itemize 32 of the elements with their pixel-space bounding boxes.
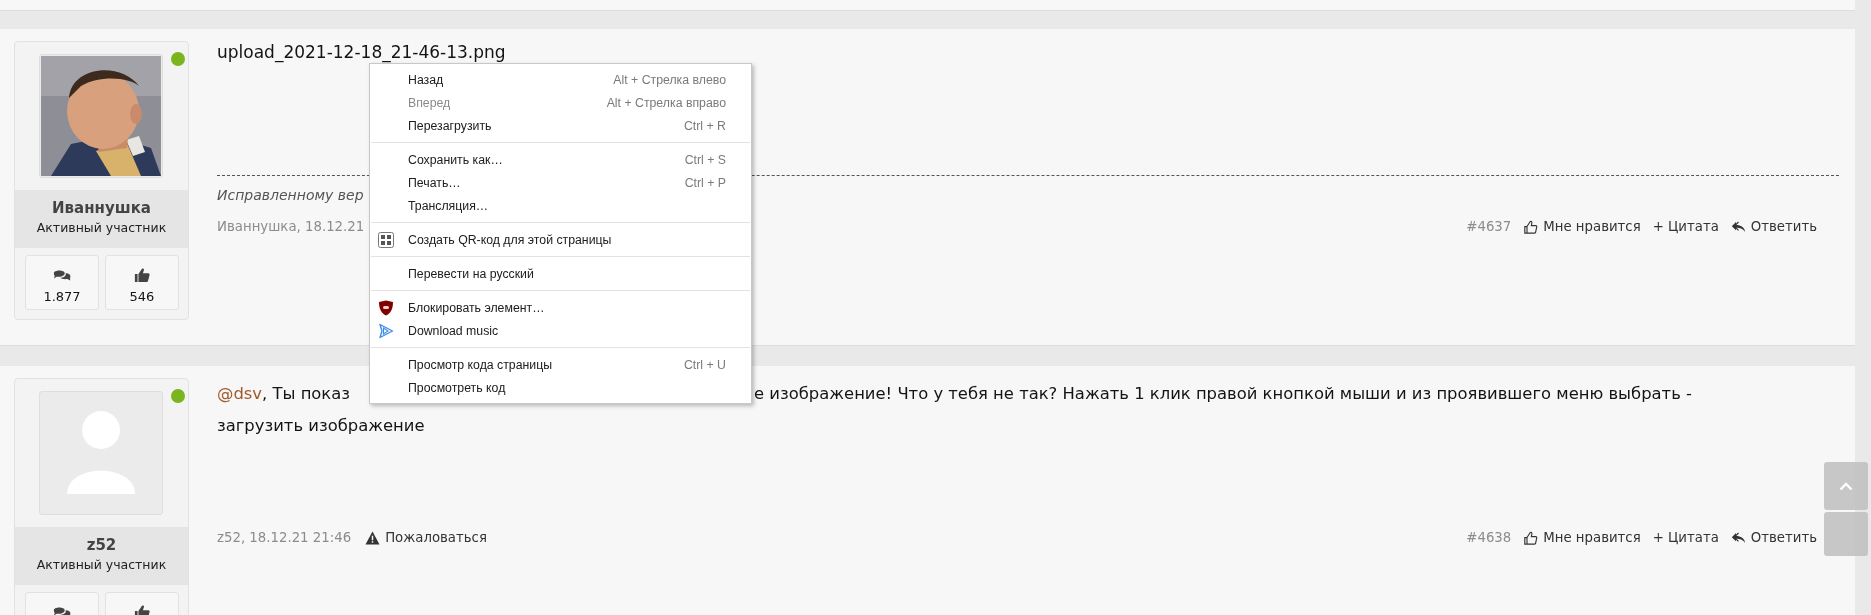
- stat-value: 546: [129, 289, 155, 305]
- username[interactable]: z52: [86, 535, 117, 555]
- post-action-link[interactable]: Мне нравится: [1523, 215, 1641, 239]
- post-action-link[interactable]: Ответить: [1730, 526, 1817, 550]
- menu-item[interactable]: Перевести на русский: [370, 262, 751, 285]
- post-action-link[interactable]: Ответить: [1730, 215, 1817, 239]
- menu-item[interactable]: Назад Alt + Стрелка влево: [370, 68, 751, 91]
- post-meta: z52, 18.12.21 21:46: [217, 529, 352, 547]
- user-role: Активный участник: [36, 556, 167, 574]
- menu-item[interactable]: Download music: [370, 319, 751, 342]
- menu-item[interactable]: Сохранить как… Ctrl + S: [370, 148, 751, 171]
- menu-item[interactable]: Просмотр кода страницы Ctrl + U: [370, 353, 751, 376]
- menu-item[interactable]: Создать QR-код для этой страницы: [370, 228, 751, 251]
- user-role: Активный участник: [36, 219, 167, 237]
- post-action-link[interactable]: + Цитата: [1652, 215, 1719, 239]
- stat-value: 1.877: [43, 289, 81, 305]
- menu-item[interactable]: Печать… Ctrl + P: [370, 171, 751, 194]
- post-text: загрузить изображение: [217, 415, 425, 437]
- post-text: е изображение! Что у тебя не так? Нажать 1 клик правой кнопкой мыши и из проявившего меню выбрать -: [754, 383, 1692, 405]
- menu-item[interactable]: Перезагрузить Ctrl + R: [370, 114, 751, 137]
- post-action-link[interactable]: + Цитата: [1652, 526, 1719, 550]
- report-link[interactable]: Пожаловаться: [365, 526, 487, 550]
- signature-text: Исправленному вер: [217, 186, 364, 205]
- menu-item[interactable]: Просмотреть код: [370, 376, 751, 399]
- menu-item[interactable]: Блокировать элемент…: [370, 296, 751, 319]
- menu-item[interactable]: Трансляция…: [370, 194, 751, 217]
- mention-link[interactable]: @dsv: [217, 378, 263, 410]
- post-text: , Ты показ: [262, 383, 351, 405]
- post-action-link[interactable]: Мне нравится: [1523, 526, 1641, 550]
- post-meta: Иваннушка, 18.12.21: [217, 218, 365, 236]
- attachment-title[interactable]: upload_2021-12-18_21-46-13.png: [217, 41, 506, 63]
- username[interactable]: Иваннушка: [52, 198, 151, 218]
